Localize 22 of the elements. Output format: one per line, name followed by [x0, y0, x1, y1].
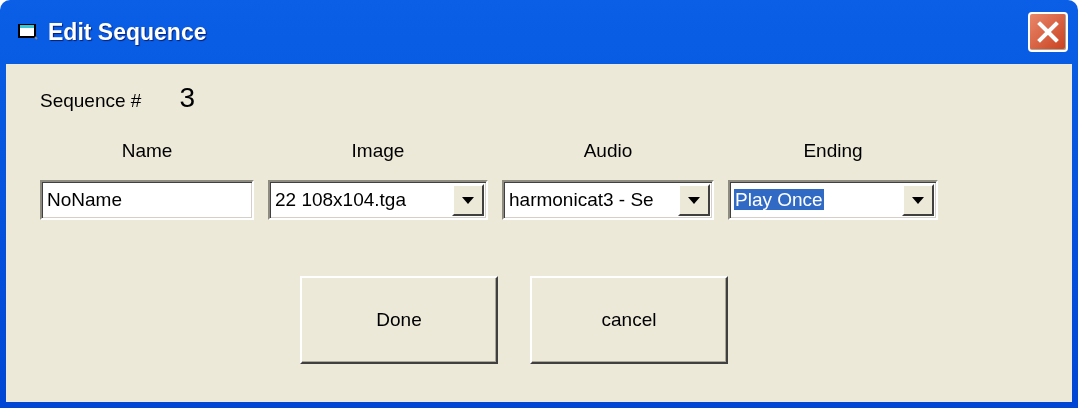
caret-icon — [688, 196, 700, 204]
close-icon — [1037, 21, 1059, 43]
input-field[interactable]: NoName — [40, 180, 254, 220]
dropdown-field[interactable]: harmonicat3 - Se — [502, 180, 714, 220]
window-title: Edit Sequence — [48, 18, 208, 46]
dropdown-button[interactable] — [452, 184, 484, 216]
field-label: Name — [120, 140, 174, 163]
caret-icon — [462, 196, 474, 204]
cancel-button[interactable]: cancel — [530, 276, 728, 364]
dropdown-field[interactable]: 22 108x104.tga — [268, 180, 488, 220]
sequence-number: 3 — [179, 82, 195, 114]
close-button[interactable] — [1028, 12, 1068, 52]
field-label: Image — [350, 140, 406, 163]
done-button[interactable]: Done — [300, 276, 498, 364]
dropdown-button[interactable] — [678, 184, 710, 216]
dropdown-button[interactable] — [902, 184, 934, 216]
caret-icon — [912, 196, 924, 204]
field-label: Audio — [582, 140, 634, 163]
window-icon — [18, 23, 38, 41]
field-label: Ending — [802, 140, 864, 163]
sequence-label: Sequence # — [40, 90, 142, 112]
dropdown-field[interactable]: Play Once — [728, 180, 938, 220]
